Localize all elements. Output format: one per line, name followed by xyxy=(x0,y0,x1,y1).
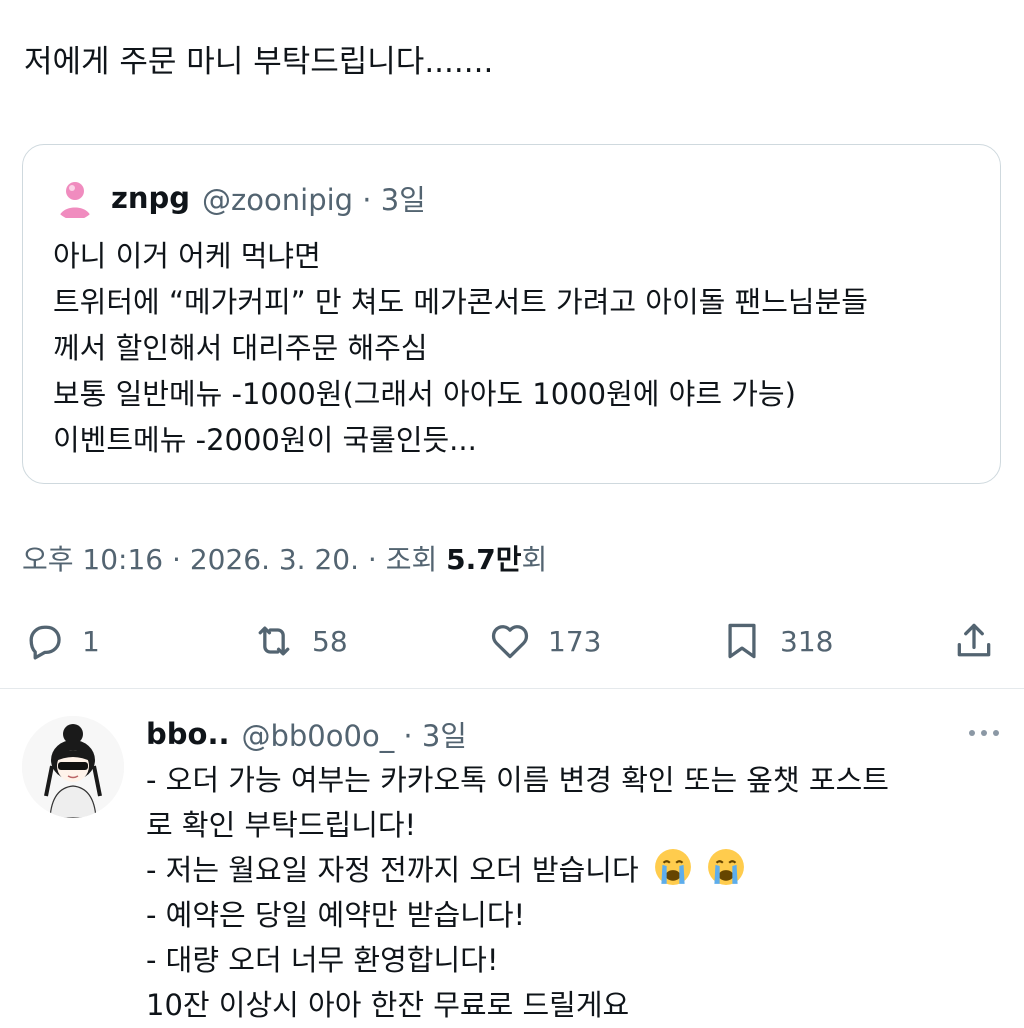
quoted-line: 트위터에 “메가커피” 만 쳐도 메가콘서트 가려고 아이돌 팬느님분들 xyxy=(53,285,868,319)
post-metadata: 오후 10:16 · 2026. 3. 20. · 조회 5.7만회 xyxy=(22,538,547,578)
reply-line: 10잔 이상시 아아 한잔 무료로 드릴게요 xyxy=(146,988,630,1022)
more-icon xyxy=(969,730,999,736)
post-text: 저에게 주문 마니 부탁드립니다....... xyxy=(24,44,494,80)
more-options-button[interactable] xyxy=(964,718,1004,748)
like-button[interactable]: 173 xyxy=(488,612,601,670)
quoted-line: 께서 할인해서 대리주문 해주심 xyxy=(53,331,428,365)
reply-text: - 오더 가능 여부는 카카오톡 이름 변경 확인 또는 옾챗 포스트 로 확인… xyxy=(146,758,889,1028)
quoted-line: 아니 이거 어케 먹냐면 xyxy=(53,239,321,273)
reply-line: - 예약은 당일 예약만 받습니다! xyxy=(146,898,526,932)
repost-button[interactable]: 58 xyxy=(252,612,348,670)
reply-display-name[interactable]: bbo.. xyxy=(146,717,229,751)
divider xyxy=(0,688,1024,689)
quoted-avatar[interactable] xyxy=(53,176,97,220)
share-icon xyxy=(957,623,991,657)
heart-icon xyxy=(491,625,529,659)
reply-line: - 오더 가능 여부는 카카오톡 이름 변경 확인 또는 옾챗 포스트 xyxy=(146,763,889,797)
person-icon xyxy=(53,176,97,220)
repost-count: 58 xyxy=(312,624,348,658)
action-bar: 1 58 173 318 xyxy=(0,612,1024,670)
quoted-post-header: znpg @zoonipig · 3일 xyxy=(53,176,426,220)
bookmark-icon xyxy=(728,623,756,659)
reply-header: bbo.. @bb0o0o_ · 3일 xyxy=(146,714,467,754)
reply-button[interactable]: 1 xyxy=(22,612,100,670)
view-count: 5.7만 xyxy=(446,543,522,576)
crying-face-emoji xyxy=(654,849,691,885)
reply-line: - 저는 월요일 자정 전까지 오더 받습니다 xyxy=(146,853,639,887)
bookmark-button[interactable]: 318 xyxy=(720,612,833,670)
view-suffix: 회 xyxy=(521,543,548,576)
reply-count: 1 xyxy=(82,624,100,658)
quoted-post-card[interactable]: znpg @zoonipig · 3일 아니 이거 어케 먹냐면 트위터에 “메… xyxy=(22,144,1001,484)
reply-handle-time: @bb0o0o_ · 3일 xyxy=(241,719,467,753)
reply-line: 로 확인 부탁드립니다! xyxy=(146,808,417,842)
reply-icon xyxy=(29,625,61,660)
like-count: 173 xyxy=(548,624,602,658)
quoted-post-text: 아니 이거 어케 먹냐면 트위터에 “메가커피” 만 쳐도 메가콘서트 가려고 … xyxy=(53,233,868,463)
reply-avatar[interactable] xyxy=(22,716,124,818)
repost-icon xyxy=(258,626,290,656)
share-button[interactable] xyxy=(952,612,1012,670)
quoted-line: 보통 일반메뉴 -1000원(그래서 아아도 1000원에 야르 가능) xyxy=(53,377,796,411)
bookmark-count: 318 xyxy=(780,624,834,658)
reply-line: - 대량 오더 너무 환영합니다! xyxy=(146,943,499,977)
reply-line-with-emoji: - 저는 월요일 자정 전까지 오더 받습니다 xyxy=(146,848,889,893)
quoted-handle-time: @zoonipig · 3일 xyxy=(202,183,426,217)
quoted-display-name[interactable]: znpg xyxy=(111,181,190,215)
crying-face-emoji xyxy=(708,849,745,885)
quoted-line: 이벤트메뉴 -2000원이 국룰인듯... xyxy=(53,423,477,457)
avatar-illustration xyxy=(22,716,124,818)
post-time-date: 오후 10:16 · 2026. 3. 20. · 조회 xyxy=(22,543,447,576)
